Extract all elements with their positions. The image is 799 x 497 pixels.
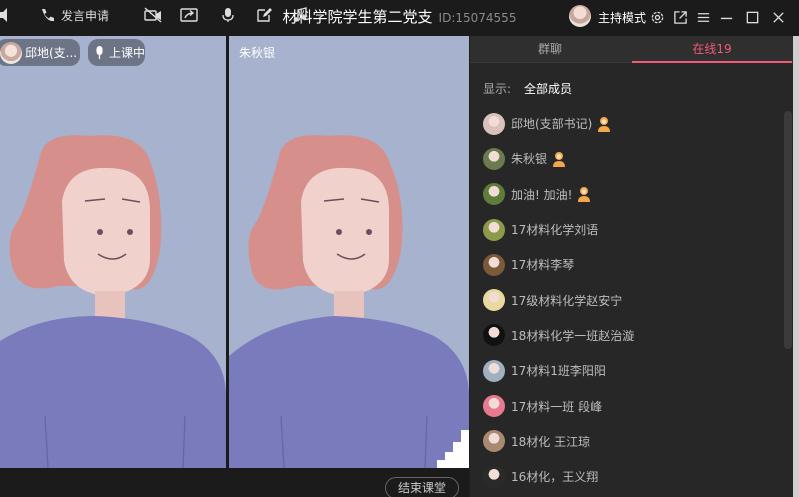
speaker-icon[interactable]: [0, 6, 8, 24]
end-class-button[interactable]: 结束课堂: [385, 477, 459, 497]
member-avatar: [483, 430, 505, 453]
video-user-name: 邱地(支...: [25, 46, 78, 60]
member-avatar: [483, 183, 505, 206]
member-name: 加油! 加油!: [511, 187, 573, 202]
video-user-name-2: 朱秋银: [239, 46, 276, 60]
member-list-item[interactable]: 加油! 加油!: [470, 177, 786, 212]
member-name: 邱地(支部书记): [511, 117, 593, 132]
member-list-item[interactable]: 17材料化学刘语: [470, 212, 786, 247]
class-status-chip: 上课中: [88, 39, 145, 66]
member-name: 17材料一班 段峰: [511, 399, 603, 414]
host-mode-label[interactable]: 主持模式: [598, 9, 646, 26]
speak-request-button[interactable]: 发言申请: [38, 6, 109, 24]
speak-request-label: 发言申请: [61, 8, 110, 23]
class-status-text: 上课中: [109, 46, 146, 60]
side-tabs: 群聊 在线19: [470, 36, 799, 63]
side-panel: 群聊 在线19 显示: 全部成员 邱地(支部书记) 朱秋银加油! 加油! 17材料化…: [470, 36, 799, 497]
member-avatar: [483, 289, 505, 312]
pop-out-icon[interactable]: [671, 8, 689, 26]
member-list-item[interactable]: 17材料李琴: [470, 247, 786, 282]
member-name: 朱秋银: [511, 152, 548, 167]
member-name: 18材化 王江琼: [511, 434, 591, 449]
member-avatar: [483, 112, 505, 135]
member-avatar: [483, 218, 505, 241]
menu-icon[interactable]: [694, 8, 712, 26]
settings-gear-icon[interactable]: [648, 8, 666, 26]
member-list-item[interactable]: 17材料一班 段峰: [470, 388, 786, 423]
member-list-scrollbar[interactable]: [784, 111, 792, 349]
music-icon[interactable]: [291, 6, 309, 24]
host-badge-icon: [553, 151, 566, 167]
placeholder-avatar-illustration: [0, 135, 226, 468]
camera-off-icon[interactable]: [144, 6, 162, 24]
member-name: 17材料李琴: [511, 258, 575, 273]
microphone-icon: [96, 46, 103, 59]
tab-online-members[interactable]: 在线19: [632, 36, 792, 63]
user-avatar: [0, 41, 22, 64]
member-avatar: [483, 147, 505, 170]
edit-icon[interactable]: [255, 6, 273, 24]
member-avatar: [483, 324, 505, 347]
host-avatar[interactable]: [569, 5, 591, 27]
member-avatar: [483, 359, 505, 382]
tab-group-chat[interactable]: 群聊: [470, 36, 630, 63]
host-badge-icon: [578, 187, 591, 203]
minimize-icon[interactable]: [717, 8, 735, 26]
member-name: 17材料化学刘语: [511, 223, 599, 238]
screen-share-icon[interactable]: [180, 6, 198, 24]
member-list: 邱地(支部书记) 朱秋银加油! 加油! 17材料化学刘语 17材料李琴 17级材料化学赵…: [470, 106, 786, 494]
member-name: 17级材料化学赵安宁: [511, 293, 623, 308]
member-name: 16材化，王义翔: [511, 470, 599, 485]
phone-icon: [42, 9, 54, 22]
member-list-item[interactable]: 邱地(支部书记): [470, 106, 786, 141]
member-name: 18材料化学一班赵治漩: [511, 328, 635, 343]
member-list-item[interactable]: 18材料化学一班赵治漩: [470, 318, 786, 353]
video-user-chip[interactable]: 邱地(支...: [0, 39, 80, 66]
corner-pattern-icon: [437, 430, 469, 468]
member-avatar: [483, 253, 505, 276]
member-name: 17材料1班李阳阳: [511, 364, 606, 379]
member-list-item[interactable]: 17材料1班李阳阳: [470, 353, 786, 388]
video-pane-member[interactable]: [229, 36, 469, 468]
member-avatar: [483, 465, 505, 488]
host-badge-icon: [598, 116, 611, 132]
member-list-item[interactable]: 16材化，王义翔: [470, 459, 786, 494]
microphone-icon[interactable]: [219, 6, 237, 24]
member-list-item[interactable]: 18材化 王江琼: [470, 424, 786, 459]
maximize-icon[interactable]: [743, 8, 761, 26]
placeholder-avatar-illustration: [229, 135, 469, 468]
member-filter-dropdown[interactable]: 全部成员: [524, 80, 572, 97]
filter-label: 显示:: [483, 82, 512, 96]
member-list-item[interactable]: 17级材料化学赵安宁: [470, 282, 786, 317]
member-avatar: [483, 395, 505, 418]
member-list-item[interactable]: 朱秋银: [470, 141, 786, 176]
window-edge: [793, 36, 799, 497]
video-pane-host[interactable]: [0, 36, 226, 468]
close-icon[interactable]: [769, 8, 787, 26]
